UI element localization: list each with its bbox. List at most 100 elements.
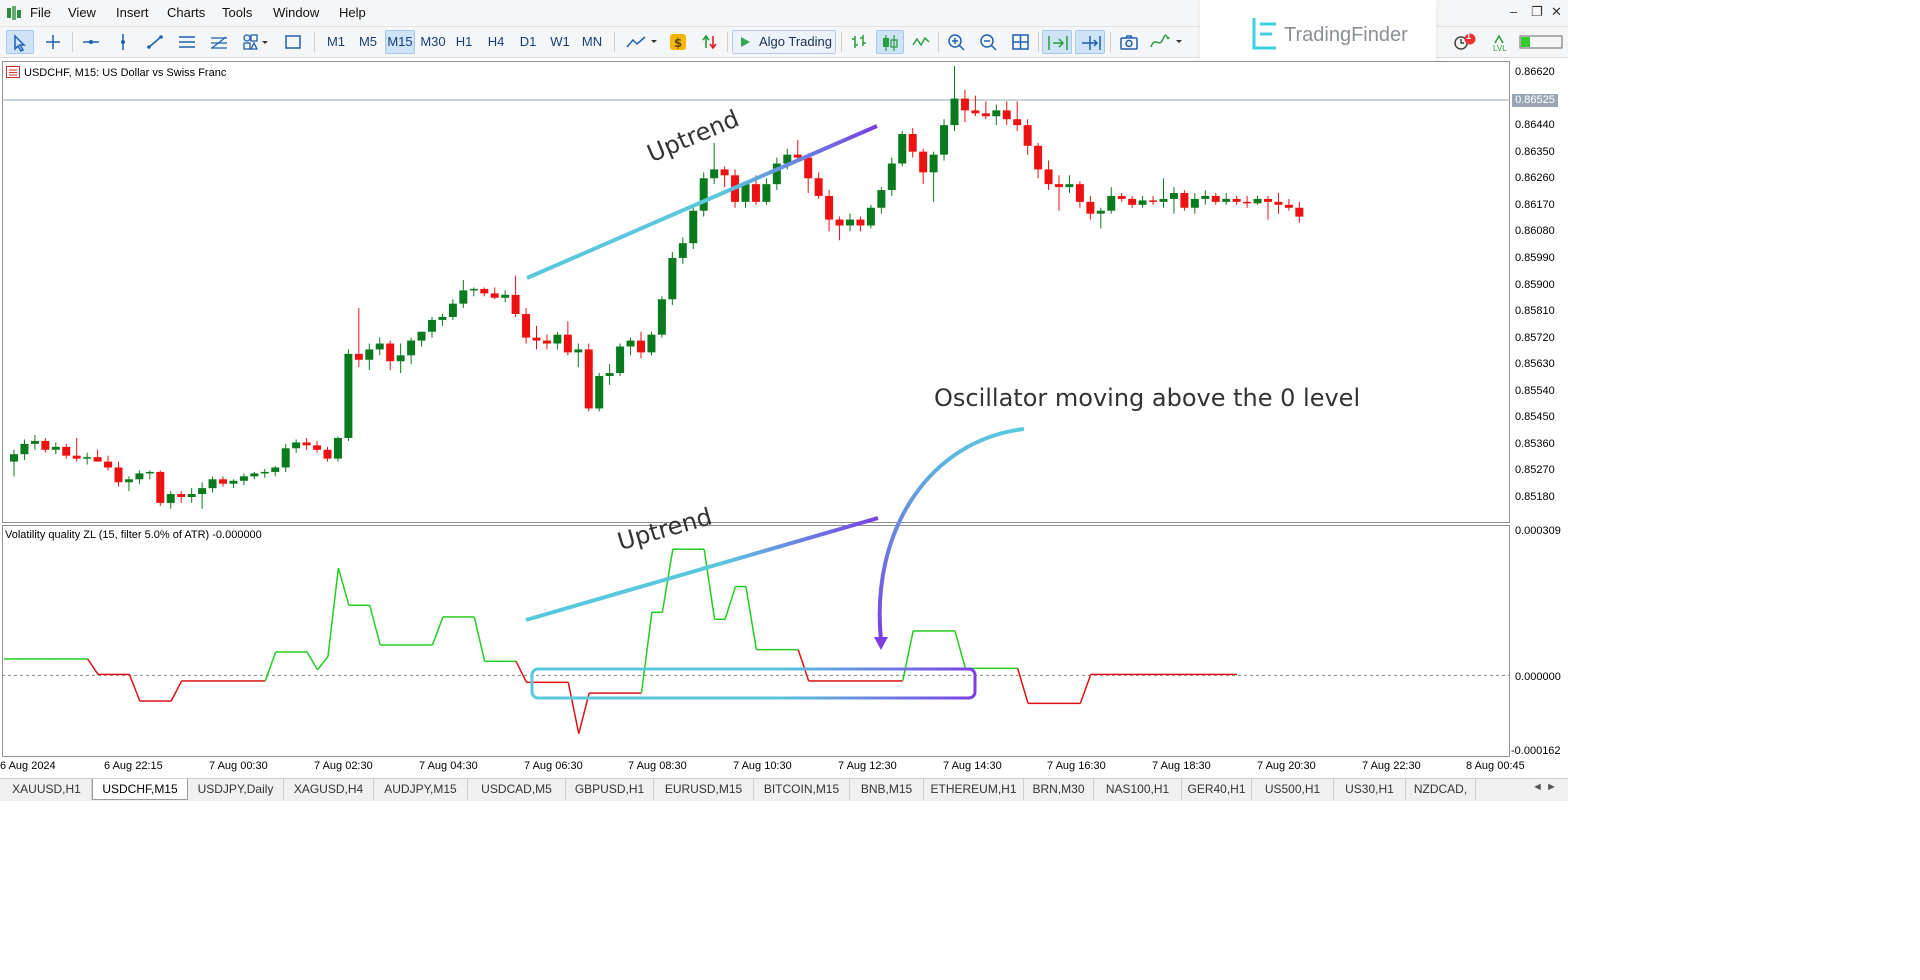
tf-mn[interactable]: MN [578, 30, 606, 54]
symbol-tab[interactable]: BRN,M30 [1024, 779, 1094, 800]
symbol-tab[interactable]: US30,H1 [1334, 779, 1406, 800]
indicator-level-bottom: -0.000162 [1511, 745, 1561, 757]
autoscroll-icon[interactable] [1042, 30, 1072, 54]
indicator-canvas [2, 548, 1510, 734]
minimize-icon[interactable]: – [1510, 4, 1517, 19]
chart-shift-icon[interactable] [1075, 30, 1105, 54]
candle [1180, 190, 1189, 211]
oscillator-segment [170, 680, 183, 702]
line-chart-icon[interactable] [908, 30, 934, 54]
oscillator-segment [640, 612, 653, 694]
menu-tools[interactable]: Tools [222, 5, 252, 20]
candle [177, 491, 186, 503]
price-axis-label: 0.85630 [1515, 358, 1555, 371]
time-label: 7 Aug 04:30 [419, 760, 478, 772]
tf-h1[interactable]: H1 [451, 30, 477, 54]
screenshot-icon[interactable] [1116, 30, 1142, 54]
zoom-out-icon[interactable] [976, 30, 1002, 54]
symbol-tab[interactable]: ETHEREUM,H1 [924, 779, 1024, 800]
hline-icon[interactable] [78, 30, 104, 54]
grid-icon[interactable] [1008, 30, 1034, 54]
symbol-tab[interactable]: US500,H1 [1252, 779, 1334, 800]
cursor-icon[interactable] [6, 30, 34, 54]
symbol-tab[interactable]: NAS100,H1 [1094, 779, 1182, 800]
symbol-tab[interactable]: GBPUSD,H1 [566, 779, 654, 800]
tf-m15[interactable]: M15 [385, 30, 415, 54]
price-axis-label: 0.86170 [1515, 198, 1555, 211]
algo-trading-button[interactable]: Algo Trading [732, 30, 836, 54]
rectangle-icon[interactable] [280, 30, 306, 54]
tf-m5[interactable]: M5 [354, 30, 382, 54]
symbol-tab[interactable]: USDCAD,M5 [468, 779, 566, 800]
symbol-tab[interactable]: GER40,H1 [1182, 779, 1252, 800]
candle [637, 331, 645, 359]
close-icon[interactable]: ✕ [1551, 4, 1562, 20]
candle [396, 343, 405, 374]
symbol-tab[interactable]: XAGUSD,H4 [284, 779, 374, 800]
restore-icon[interactable]: ❐ [1531, 4, 1543, 20]
oscillator-segment [306, 651, 319, 671]
tf-m30[interactable]: M30 [418, 30, 448, 54]
symbol-tab[interactable]: NZDCAD, [1406, 779, 1476, 800]
signals-icon[interactable] [698, 30, 722, 54]
candle [1211, 193, 1220, 205]
candle [187, 488, 196, 503]
candle [835, 216, 844, 241]
trendline-icon[interactable] [142, 30, 168, 54]
symbol-tab[interactable]: XAUUSD,H1 [2, 779, 92, 800]
dollar-icon[interactable]: $ [666, 30, 690, 54]
zoom-in-icon[interactable] [944, 30, 970, 54]
tf-m1[interactable]: M1 [322, 30, 350, 54]
menu-view[interactable]: View [68, 5, 96, 20]
candle [950, 66, 959, 132]
play-icon [741, 37, 750, 47]
indicators-icon[interactable] [622, 30, 662, 54]
tf-w1[interactable]: W1 [547, 30, 573, 54]
crosshair-icon[interactable] [40, 30, 68, 54]
level-icon[interactable]: LVL [1488, 30, 1514, 54]
candle [208, 476, 217, 493]
candle [595, 373, 604, 412]
bar-chart-icon[interactable] [846, 30, 872, 54]
candle [239, 473, 248, 486]
price-axis-label: 0.86620 [1515, 66, 1555, 78]
symbol-tab[interactable]: BITCOIN,M15 [754, 779, 850, 800]
vline-icon[interactable] [110, 30, 136, 54]
symbol-tab[interactable]: EURUSD,M15 [654, 779, 754, 800]
tf-h4[interactable]: H4 [483, 30, 509, 54]
candle [271, 466, 280, 477]
symbol-tab[interactable]: USDCHF,M15 [92, 779, 188, 800]
fibonacci-icon[interactable] [206, 30, 232, 54]
menu-insert[interactable]: Insert [116, 5, 149, 20]
symbol-tab[interactable]: USDJPY,Daily [188, 779, 284, 800]
candle [866, 204, 875, 229]
menu-charts[interactable]: Charts [167, 5, 205, 20]
symbol-tab[interactable]: BNB,M15 [850, 779, 924, 800]
candle [1107, 187, 1116, 214]
candle [647, 331, 656, 356]
price-axis-label: 0.86260 [1515, 172, 1555, 185]
menu-help[interactable]: Help [339, 5, 366, 20]
shapes-icon[interactable] [238, 30, 274, 54]
candle-chart-icon[interactable] [876, 30, 904, 54]
tf-d1[interactable]: D1 [515, 30, 541, 54]
menu-file[interactable]: File [30, 5, 51, 20]
candle [1284, 198, 1293, 211]
candle [156, 470, 165, 506]
alerts-icon[interactable]: 1 [1450, 30, 1476, 54]
candle [532, 325, 541, 350]
candle [313, 440, 322, 453]
candle [981, 101, 990, 120]
candle [1086, 195, 1095, 220]
candle [20, 439, 29, 461]
tab-scroll-arrows[interactable]: ◄ ► [1532, 781, 1557, 793]
menu-window[interactable]: Window [273, 5, 319, 20]
candle [323, 446, 332, 462]
candle [124, 476, 133, 492]
time-label: 7 Aug 10:30 [733, 760, 792, 772]
candle [354, 308, 363, 368]
templates-icon[interactable] [1146, 30, 1186, 54]
price-axis-label: 0.85360 [1515, 437, 1555, 450]
channel-icon[interactable] [174, 30, 200, 54]
symbol-tab[interactable]: AUDJPY,M15 [374, 779, 468, 800]
